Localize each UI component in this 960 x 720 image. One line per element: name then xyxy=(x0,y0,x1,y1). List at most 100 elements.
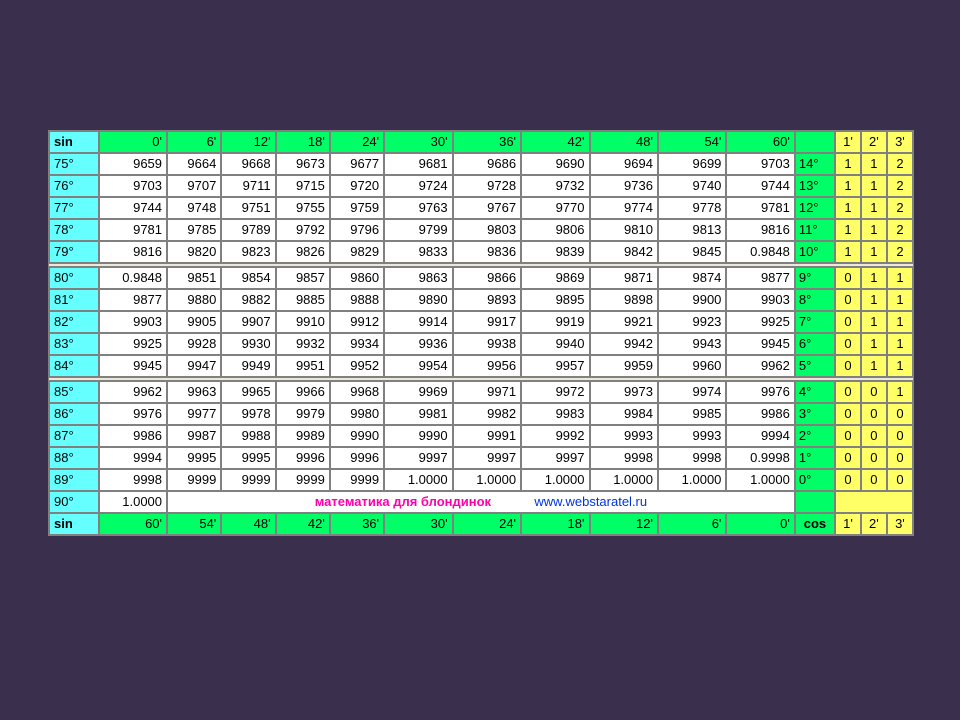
min-footer: 24' xyxy=(453,513,521,535)
min-header: 60' xyxy=(726,131,794,153)
value-cell: 9781 xyxy=(726,197,794,219)
value-cell: 9736 xyxy=(590,175,658,197)
value-cell: 9951 xyxy=(276,355,330,377)
value-cell: 9751 xyxy=(221,197,275,219)
corr-header: 1' xyxy=(835,131,861,153)
value-cell: 9962 xyxy=(99,381,167,403)
min-footer: 42' xyxy=(276,513,330,535)
value-cell: 9755 xyxy=(276,197,330,219)
correction-cell: 0 xyxy=(835,425,861,447)
degree-label: 75° xyxy=(49,153,99,175)
bradis-table: sin0'6'12'18'24'30'36'42'48'54'60'1'2'3'… xyxy=(49,131,913,535)
min-footer: 30' xyxy=(384,513,452,535)
value-cell: 9694 xyxy=(590,153,658,175)
value-cell: 9888 xyxy=(330,289,384,311)
value-cell: 9863 xyxy=(384,267,452,289)
complement-degree: 14° xyxy=(795,153,835,175)
value-cell: 9919 xyxy=(521,311,589,333)
value-cell: 9960 xyxy=(658,355,726,377)
value-cell: 9905 xyxy=(167,311,221,333)
sin-label-bottom: sin xyxy=(49,513,99,535)
correction-cell: 1 xyxy=(835,219,861,241)
value-cell: 1.0000 xyxy=(726,469,794,491)
value-cell: 9956 xyxy=(453,355,521,377)
value-cell: 9816 xyxy=(726,219,794,241)
value-cell: 9748 xyxy=(167,197,221,219)
value-cell: 9778 xyxy=(658,197,726,219)
correction-cell: 1 xyxy=(861,355,887,377)
value-cell: 9715 xyxy=(276,175,330,197)
value-cell: 9959 xyxy=(590,355,658,377)
min-footer: 18' xyxy=(521,513,589,535)
value-cell: 9785 xyxy=(167,219,221,241)
value-cell: 9976 xyxy=(99,403,167,425)
value-cell: 9952 xyxy=(330,355,384,377)
correction-cell: 0 xyxy=(835,381,861,403)
complement-degree: 8° xyxy=(795,289,835,311)
value-cell: 9990 xyxy=(384,425,452,447)
value-cell: 0.9998 xyxy=(726,447,794,469)
value-cell: 9949 xyxy=(221,355,275,377)
complement-degree: 10° xyxy=(795,241,835,263)
degree-label: 78° xyxy=(49,219,99,241)
correction-cell: 1 xyxy=(861,219,887,241)
footer-note: математика для блондинок www.webstaratel… xyxy=(167,491,795,513)
value-cell: 9999 xyxy=(276,469,330,491)
value-cell: 9928 xyxy=(167,333,221,355)
value-cell: 9740 xyxy=(658,175,726,197)
value-cell: 9877 xyxy=(726,267,794,289)
correction-cell: 0 xyxy=(835,267,861,289)
value-cell: 9699 xyxy=(658,153,726,175)
value-cell: 9839 xyxy=(521,241,589,263)
correction-cell: 0 xyxy=(835,355,861,377)
value-cell: 9996 xyxy=(276,447,330,469)
value-cell: 9983 xyxy=(521,403,589,425)
value-cell: 9973 xyxy=(590,381,658,403)
value-cell: 9989 xyxy=(276,425,330,447)
correction-cell: 1 xyxy=(861,333,887,355)
min-footer: 60' xyxy=(99,513,167,535)
value-cell: 9997 xyxy=(521,447,589,469)
correction-cell: 2 xyxy=(887,219,913,241)
correction-cell: 1 xyxy=(887,355,913,377)
complement-degree: 11° xyxy=(795,219,835,241)
correction-cell: 0 xyxy=(861,381,887,403)
min-header: 54' xyxy=(658,131,726,153)
value-cell: 9810 xyxy=(590,219,658,241)
value-cell: 1.0000 xyxy=(99,491,167,513)
value-cell: 9980 xyxy=(330,403,384,425)
value-cell: 9998 xyxy=(590,447,658,469)
value-cell: 9966 xyxy=(276,381,330,403)
blank xyxy=(795,491,835,513)
note-link: www.webstaratel.ru xyxy=(534,494,647,509)
value-cell: 9664 xyxy=(167,153,221,175)
value-cell: 9999 xyxy=(330,469,384,491)
value-cell: 9986 xyxy=(726,403,794,425)
correction-cell: 1 xyxy=(887,267,913,289)
degree-label: 86° xyxy=(49,403,99,425)
value-cell: 9957 xyxy=(521,355,589,377)
min-footer: 54' xyxy=(167,513,221,535)
correction-cell: 0 xyxy=(835,447,861,469)
value-cell: 9803 xyxy=(453,219,521,241)
min-footer: 0' xyxy=(726,513,794,535)
min-header: 24' xyxy=(330,131,384,153)
value-cell: 9947 xyxy=(167,355,221,377)
value-cell: 9851 xyxy=(167,267,221,289)
min-footer: 12' xyxy=(590,513,658,535)
value-cell: 9988 xyxy=(221,425,275,447)
value-cell: 9833 xyxy=(384,241,452,263)
value-cell: 9770 xyxy=(521,197,589,219)
value-cell: 9826 xyxy=(276,241,330,263)
value-cell: 9974 xyxy=(658,381,726,403)
corr-footer: 1' xyxy=(835,513,861,535)
value-cell: 9994 xyxy=(726,425,794,447)
value-cell: 9898 xyxy=(590,289,658,311)
min-header: 36' xyxy=(453,131,521,153)
value-cell: 9895 xyxy=(521,289,589,311)
value-cell: 9860 xyxy=(330,267,384,289)
value-cell: 9938 xyxy=(453,333,521,355)
value-cell: 9903 xyxy=(726,289,794,311)
value-cell: 9659 xyxy=(99,153,167,175)
value-cell: 9912 xyxy=(330,311,384,333)
